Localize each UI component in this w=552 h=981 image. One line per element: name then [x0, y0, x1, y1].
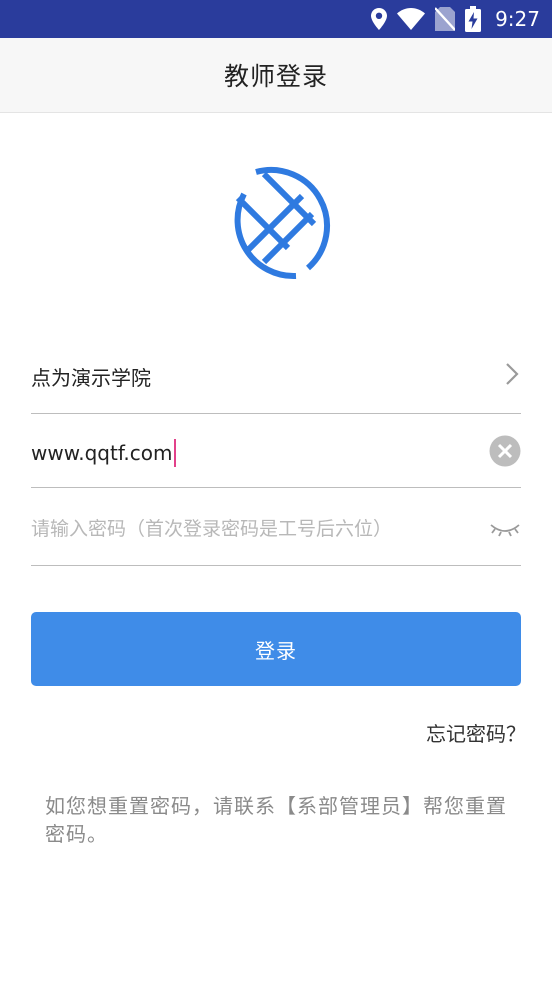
eye-closed-icon[interactable] — [489, 521, 521, 539]
login-button-label: 登录 — [255, 638, 297, 663]
brand-logo-icon — [234, 167, 331, 280]
status-bar: 9:27 — [0, 0, 552, 38]
forgot-password-link[interactable]: 忘记密码？ — [426, 718, 526, 747]
chevron-right-icon — [506, 363, 519, 385]
clear-icon[interactable] — [489, 435, 521, 467]
school-selector[interactable]: 点为演示学院 — [31, 336, 521, 414]
login-button[interactable]: 登录 — [31, 612, 521, 686]
wifi-icon — [397, 8, 426, 30]
location-icon — [371, 8, 388, 30]
no-sim-icon — [435, 7, 456, 31]
account-value: www.qqtf.com — [31, 441, 173, 465]
page-title: 教师登录 — [223, 62, 328, 91]
account-input[interactable]: www.qqtf.com — [31, 414, 521, 488]
password-placeholder: 请输入密码（首次登录密码是工号后六位） — [31, 518, 393, 540]
battery-charging-icon — [465, 6, 482, 32]
school-name: 点为演示学院 — [31, 366, 151, 390]
status-time: 9:27 — [495, 7, 540, 31]
reset-hint: 如您想重置密码，请联系【系部管理员】帮您重置密码。 — [45, 794, 507, 846]
header: 教师登录 — [0, 38, 552, 113]
password-input[interactable]: 请输入密码（首次登录密码是工号后六位） — [31, 488, 521, 566]
text-caret — [174, 439, 177, 467]
status-icons: 9:27 — [371, 0, 540, 38]
account-field: www.qqtf.com — [31, 439, 177, 467]
